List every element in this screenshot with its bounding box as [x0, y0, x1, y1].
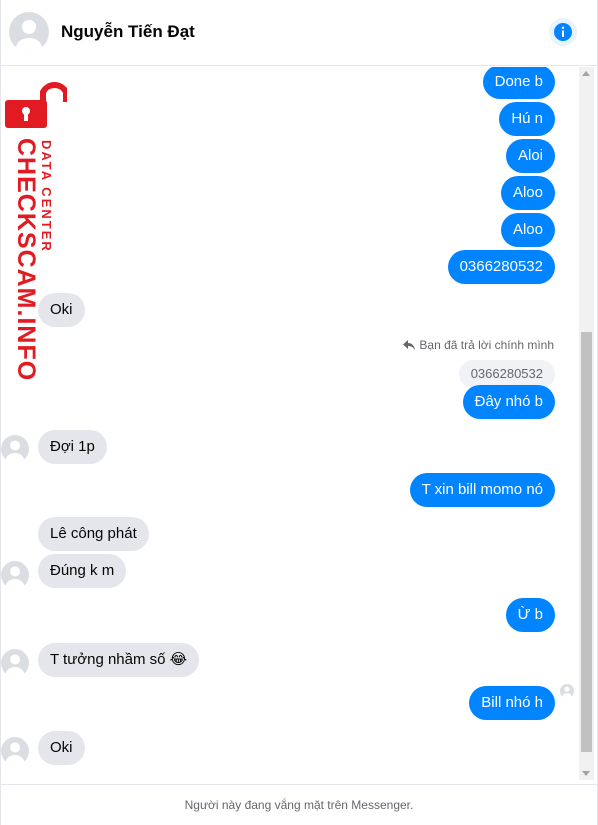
message-outgoing[interactable]: 0366280532	[447, 250, 555, 284]
reply-indicator: Bạn đã trả lời chính mình	[403, 338, 554, 352]
message-incoming[interactable]: T tưởng nhầm số 😂	[38, 643, 200, 677]
contact-avatar-small	[1, 561, 29, 589]
message-outgoing[interactable]: Aloi	[505, 139, 555, 173]
contact-avatar-small	[1, 435, 29, 463]
message-outgoing[interactable]: Done b	[482, 67, 555, 99]
message-thread[interactable]: Done b Hú n Aloi Aloo Aloo 0366280532 Ok…	[1, 67, 579, 780]
chat-window: Nguyễn Tiến Đạt Done b Hú n Aloi Aloo Al…	[0, 0, 598, 825]
watermark-brand: CHECKSCAM.INFO	[12, 138, 40, 382]
info-icon	[554, 23, 572, 41]
message-outgoing[interactable]: Aloo	[500, 176, 555, 210]
message-outgoing[interactable]: T xin bill momo nó	[409, 473, 555, 507]
info-button[interactable]	[549, 18, 577, 46]
message-outgoing[interactable]: Đây nhó b	[462, 385, 555, 419]
scroll-up-arrow-icon[interactable]	[582, 71, 590, 76]
message-outgoing[interactable]: Aloo	[500, 213, 555, 247]
quoted-message[interactable]: 0366280532	[458, 360, 555, 388]
scrollbar[interactable]	[579, 67, 594, 780]
message-incoming[interactable]: Lê công phát	[38, 517, 149, 551]
seen-indicator-avatar	[560, 684, 574, 698]
scrollbar-thumb[interactable]	[581, 332, 592, 752]
message-outgoing[interactable]: Hú n	[499, 102, 555, 136]
contact-avatar-small	[1, 649, 29, 677]
lock-icon	[5, 82, 67, 128]
message-outgoing[interactable]: Bill nhó h	[469, 686, 555, 720]
contact-avatar[interactable]	[9, 12, 49, 52]
message-incoming[interactable]: Oki	[38, 731, 85, 765]
message-outgoing[interactable]: Ừ b	[505, 598, 555, 632]
status-footer: Người này đang vắng mặt trên Messenger.	[1, 784, 597, 825]
contact-name[interactable]: Nguyễn Tiến Đạt	[61, 22, 195, 42]
scroll-down-arrow-icon[interactable]	[582, 771, 590, 776]
message-incoming[interactable]: Đợi 1p	[38, 430, 107, 464]
message-incoming[interactable]: Đúng k m	[38, 554, 127, 588]
watermark-subtitle: DATA CENTER	[39, 140, 54, 253]
reply-icon	[403, 340, 416, 350]
away-status-text: Người này đang vắng mặt trên Messenger.	[184, 798, 414, 812]
contact-avatar-small	[1, 737, 29, 765]
chat-header: Nguyễn Tiến Đạt	[1, 0, 597, 66]
watermark: CHECKSCAM.INFO DATA CENTER	[3, 80, 69, 382]
reply-indicator-text: Bạn đã trả lời chính mình	[419, 338, 554, 352]
